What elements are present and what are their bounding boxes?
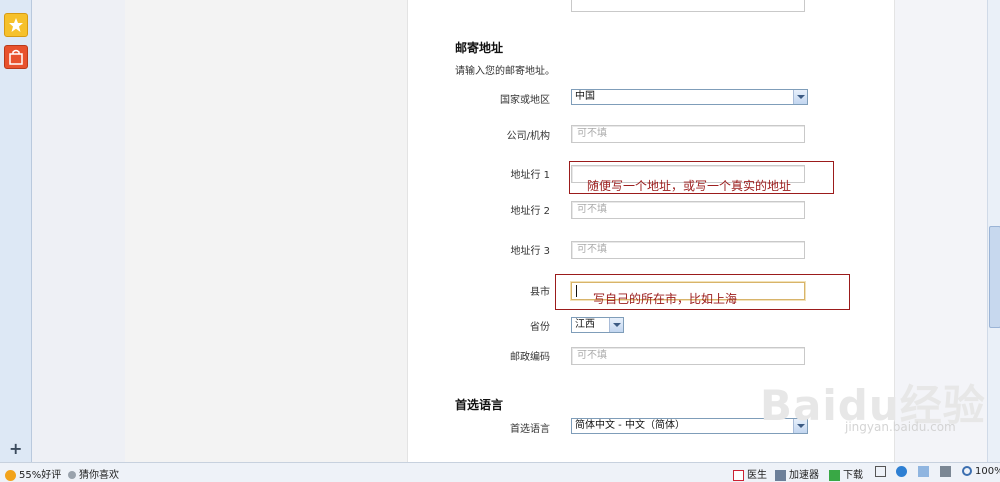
country-label: 国家或地区 [500, 95, 550, 106]
zoom-item[interactable]: 100% [962, 466, 1000, 477]
page-left-column [125, 0, 408, 462]
scrollbar-thumb[interactable] [989, 226, 1000, 328]
accelerator-item[interactable]: 加速器 [775, 466, 819, 481]
page-margin-left [32, 0, 125, 462]
address-line2-field[interactable]: 可不填 [571, 201, 805, 219]
plus-icon[interactable]: + [9, 441, 22, 457]
status-bar: 55%好评 猜你喜欢 医生 加速器 下载 100% [0, 462, 1000, 482]
guess-item[interactable]: 猜你喜欢 [68, 466, 119, 481]
annotation-address: 随便写一个地址，或写一个真实的地址 [587, 179, 792, 193]
language-value: 简体中文 - 中文（简体） [575, 420, 685, 431]
province-label: 省份 [530, 322, 550, 333]
gear-icon [775, 469, 786, 481]
country-value: 中国 [575, 91, 595, 102]
top-partial-input[interactable] [571, 0, 805, 12]
rating-label: 55%好评 [19, 470, 62, 481]
speaker-icon[interactable] [940, 466, 954, 478]
chevron-down-icon[interactable] [609, 318, 623, 332]
mailing-address-hint: 请输入您的邮寄地址。 [455, 66, 555, 77]
company-label: 公司/机构 [506, 131, 550, 142]
address-line3-field[interactable]: 可不填 [571, 241, 805, 259]
watermark-url: jingyan.baidu.com [845, 420, 956, 434]
address-line2-label: 地址行 2 [510, 206, 550, 217]
baidu-watermark: Baidu经验 jingyan.baidu.com [760, 372, 986, 434]
language-label: 首选语言 [510, 424, 550, 435]
country-select[interactable]: 中国 [571, 89, 808, 105]
postcode-field[interactable]: 可不填 [571, 347, 805, 365]
guess-label: 猜你喜欢 [79, 470, 119, 481]
doctor-label: 医生 [747, 470, 767, 481]
language-section-title: 首选语言 [455, 398, 504, 412]
address-line1-label: 地址行 1 [510, 170, 550, 181]
download-item[interactable]: 下载 [829, 466, 863, 481]
star-icon[interactable] [4, 13, 28, 37]
vertical-scrollbar[interactable] [987, 0, 1000, 462]
page-icon[interactable] [875, 466, 889, 478]
city-label: 县市 [530, 287, 550, 298]
magnifier-icon [962, 466, 972, 476]
shopping-bag-icon[interactable] [4, 45, 28, 69]
medical-cross-icon [733, 469, 744, 481]
province-value: 江西 [575, 319, 595, 330]
dot-icon [68, 471, 76, 479]
postcode-label: 邮政编码 [510, 352, 550, 363]
province-select[interactable]: 江西 [571, 317, 624, 333]
download-arrow-icon [829, 469, 840, 481]
window-icon[interactable] [918, 466, 932, 478]
rating-item[interactable]: 55%好评 [5, 466, 61, 481]
zoom-label: 100% [975, 466, 1000, 477]
address-line3-label: 地址行 3 [510, 246, 550, 257]
accelerator-label: 加速器 [789, 470, 819, 481]
browser-sidebar: + [0, 0, 32, 462]
mailing-address-title: 邮寄地址 [455, 41, 504, 55]
company-field[interactable]: 可不填 [571, 125, 805, 143]
annotation-city: 写自己的所在市，比如上海 [593, 292, 738, 306]
smile-icon [5, 469, 16, 481]
doctor-item[interactable]: 医生 [733, 466, 767, 481]
ie-icon[interactable] [896, 466, 910, 478]
download-label: 下载 [843, 470, 863, 481]
chevron-down-icon[interactable] [793, 90, 807, 104]
